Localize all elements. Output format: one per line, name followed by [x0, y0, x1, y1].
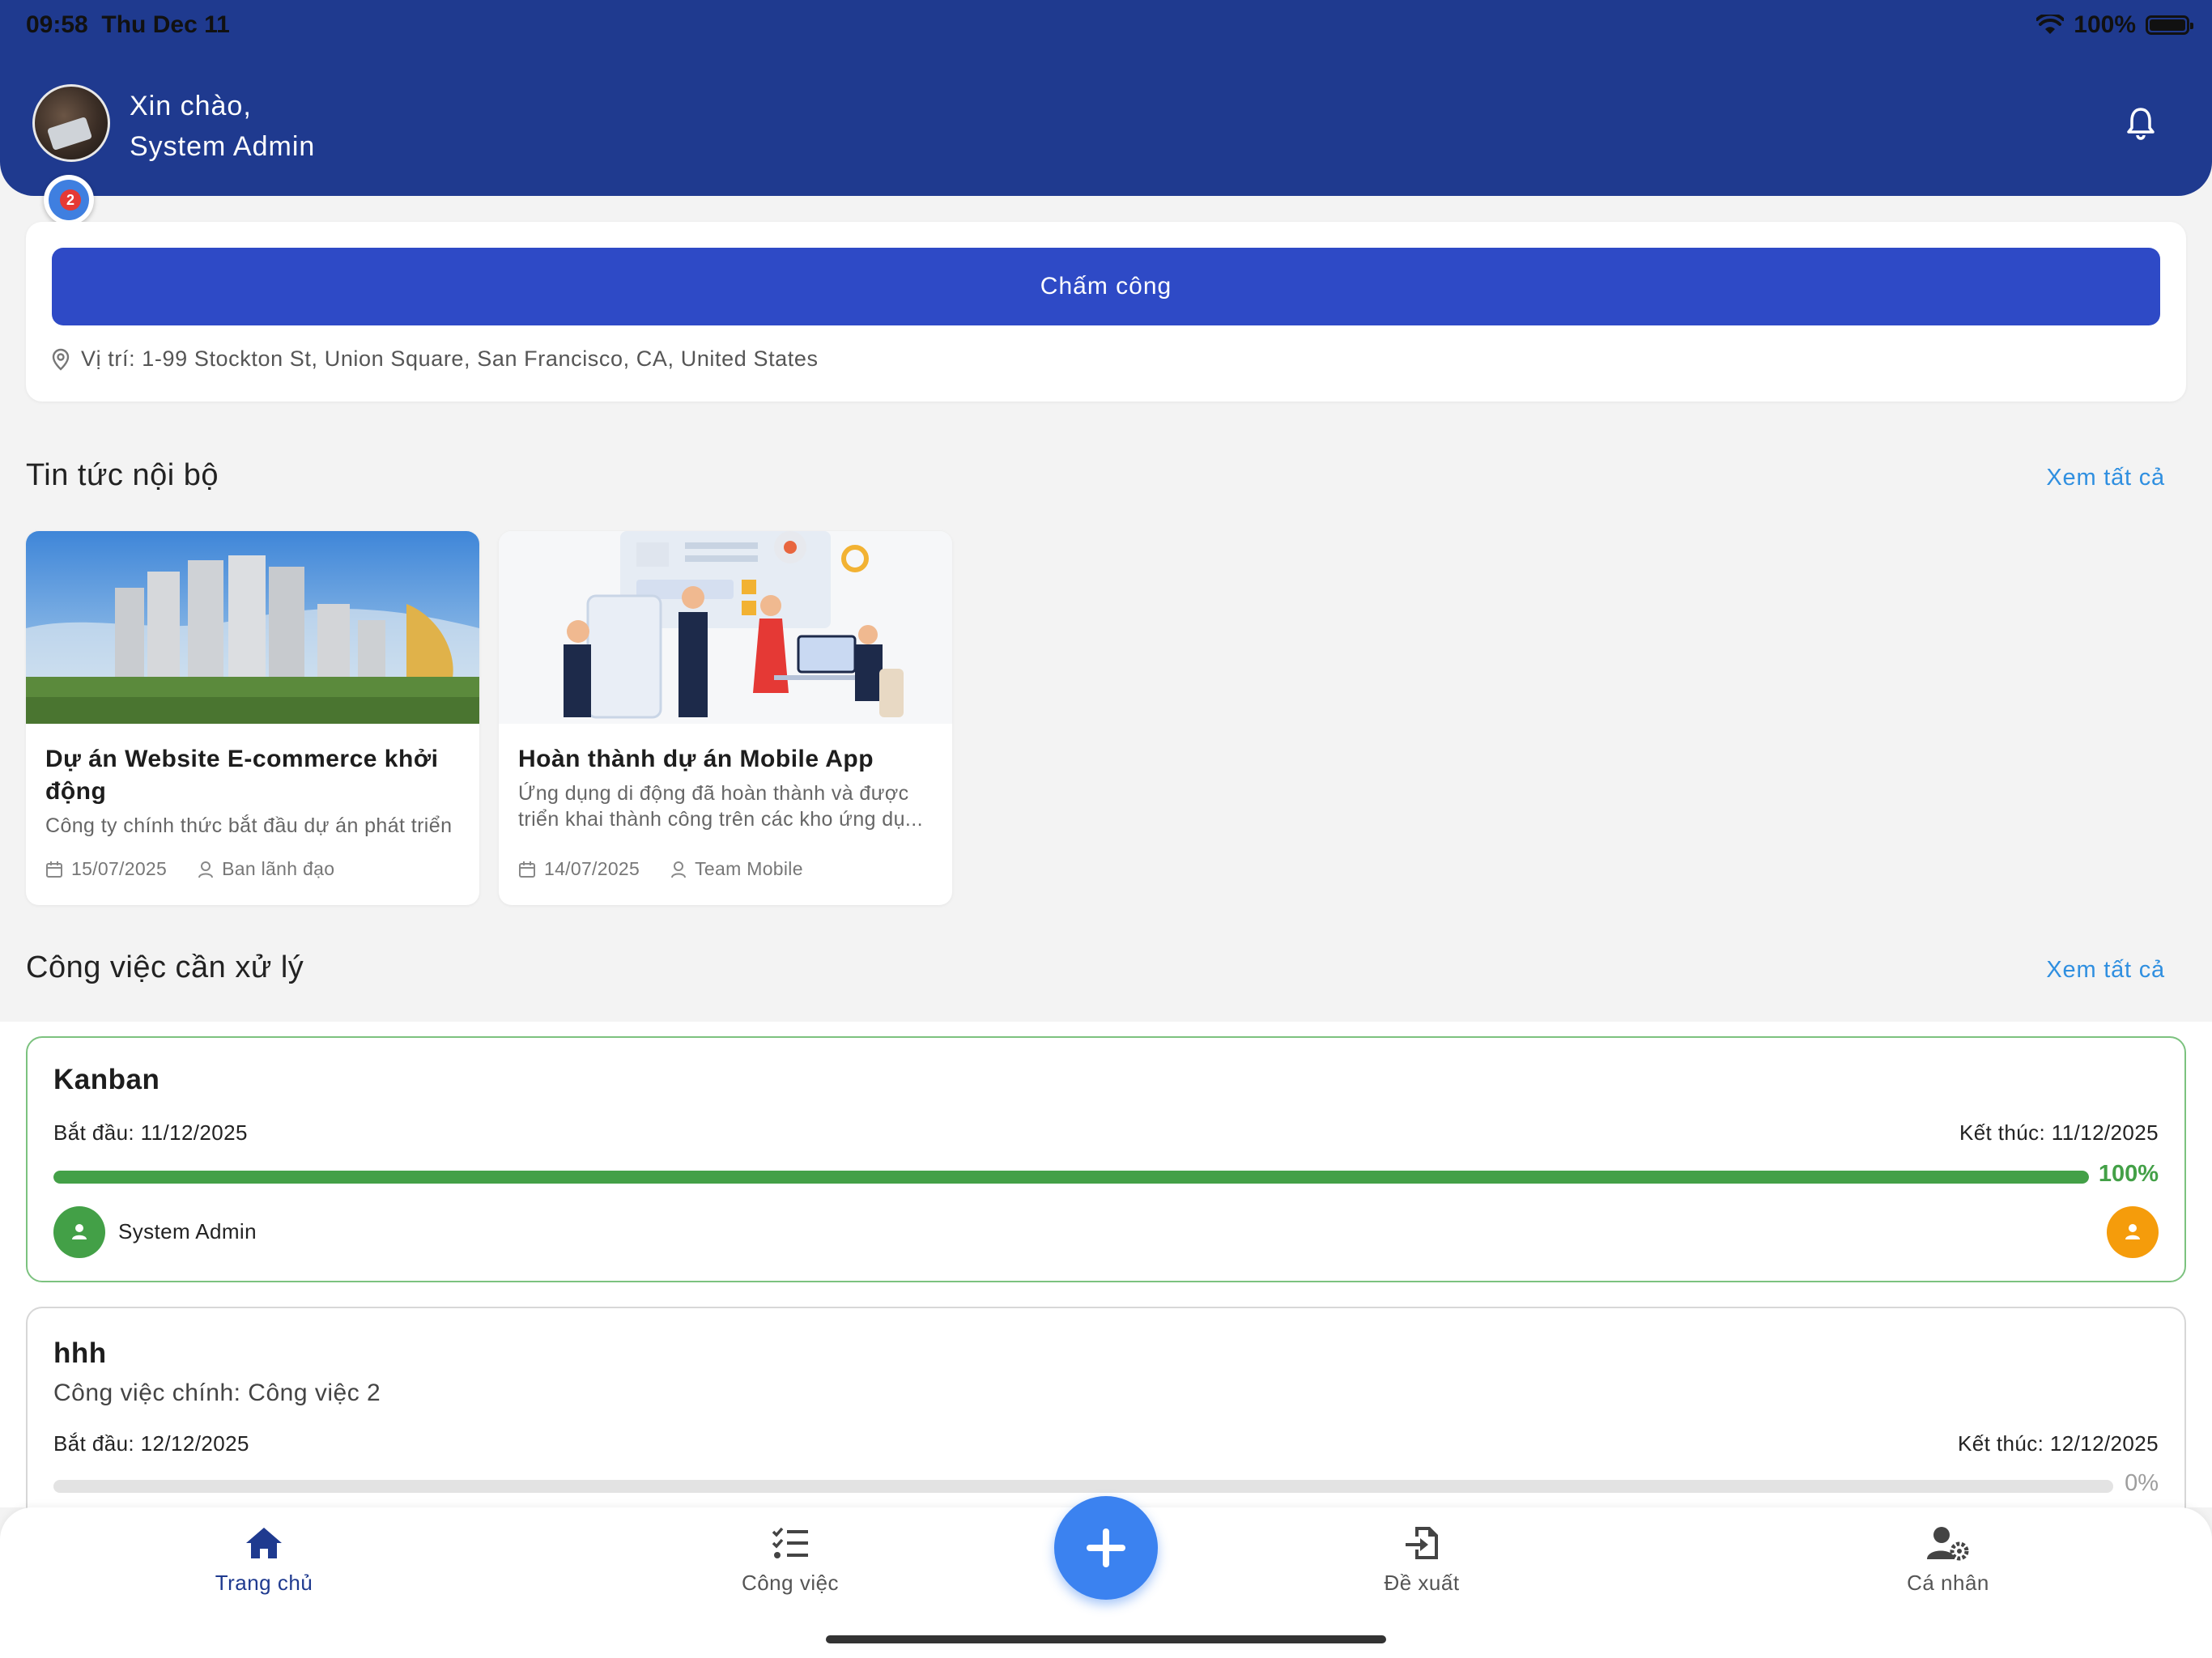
nav-label: Đề xuất	[1384, 1571, 1460, 1595]
home-indicator	[826, 1635, 1386, 1643]
checkin-card: Chấm công Vị trí: 1-99 Stockton St, Unio…	[26, 222, 2186, 402]
task-progress-label: 0%	[2125, 1470, 2159, 1496]
task-progress-fill	[53, 1171, 2089, 1184]
nav-home[interactable]: Trang chủ	[143, 1525, 385, 1596]
news-description: Công ty chính thức bắt đầu dự án phát tr…	[45, 814, 453, 837]
news-image-buildings	[26, 531, 479, 724]
greeting-block: Xin chào, System Admin	[130, 86, 315, 167]
news-author: Team Mobile	[695, 858, 803, 879]
task-card[interactable]: Kanban Bắt đầu: 11/12/2025 Kết thúc: 11/…	[26, 1036, 2186, 1282]
app-header: 09:58 Thu Dec 11 100% Xin chào, System A…	[0, 0, 2212, 196]
bell-icon[interactable]	[2123, 105, 2159, 141]
plus-icon	[1087, 1528, 1125, 1567]
calendar-icon	[46, 861, 62, 878]
user-icon	[2125, 1224, 2140, 1239]
nav-profile[interactable]: Cá nhân	[1827, 1525, 2069, 1596]
checklist-icon	[772, 1527, 808, 1558]
task-start-date: Bắt đầu: 11/12/2025	[53, 1120, 248, 1145]
task-progress-bar	[53, 1480, 2113, 1493]
calendar-icon	[519, 861, 535, 878]
task-title: hhh	[53, 1337, 107, 1369]
home-icon	[246, 1528, 282, 1558]
add-button[interactable]	[1054, 1496, 1158, 1600]
checkin-button[interactable]: Chấm công	[52, 248, 2160, 325]
assignee-avatar	[53, 1206, 105, 1258]
task-progress-bar	[53, 1171, 2089, 1184]
task-end-date: Kết thúc: 11/12/2025	[1959, 1120, 2159, 1145]
location-text: Vị trí: 1-99 Stockton St, Union Square, …	[81, 346, 819, 371]
status-clock: 09:58	[26, 11, 88, 38]
user-icon	[671, 861, 687, 878]
status-indicators: 100%	[2036, 11, 2193, 39]
tasks-see-all-link[interactable]: Xem tất cả	[2046, 957, 2165, 984]
news-description: Ứng dụng di động đã hoàn thành và được t…	[518, 782, 923, 831]
user-icon	[72, 1224, 87, 1239]
news-meta: 14/07/2025 Team Mobile	[518, 858, 803, 880]
bug-count-badge: 2	[60, 189, 81, 210]
avatar[interactable]	[32, 84, 110, 162]
task-parent: Công việc chính: Công việc 2	[53, 1380, 381, 1406]
user-gear-icon	[1927, 1527, 1969, 1561]
file-import-icon	[1406, 1527, 1438, 1559]
news-author: Ban lãnh đạo	[222, 858, 335, 879]
task-progress-label: 100%	[2098, 1161, 2159, 1187]
greeting-text: Xin chào,	[130, 91, 252, 121]
task-start-date: Bắt đầu: 12/12/2025	[53, 1431, 249, 1456]
news-image-team	[499, 531, 952, 724]
location-pin-icon	[52, 348, 70, 371]
nav-label: Cá nhân	[1907, 1571, 1989, 1595]
nav-proposals[interactable]: Đề xuất	[1300, 1525, 1543, 1596]
location-row: Vị trí: 1-99 Stockton St, Union Square, …	[52, 346, 819, 372]
news-card[interactable]: Dự án Website E-commerce khởi động Công …	[26, 531, 479, 905]
news-date: 15/07/2025	[71, 858, 168, 879]
nav-tasks[interactable]: Công việc	[669, 1525, 912, 1596]
news-card[interactable]: Hoàn thành dự án Mobile App Ứng dụng di …	[499, 531, 952, 905]
status-time: 09:58 Thu Dec 11	[26, 11, 230, 39]
news-title: Dự án Website E-commerce khởi động	[45, 746, 439, 805]
task-title: Kanban	[53, 1064, 160, 1095]
bug-icon: 2	[49, 180, 89, 220]
battery-icon	[2146, 15, 2193, 35]
news-section-title: Tin tức nội bộ	[26, 458, 219, 492]
bug-report-button[interactable]: 2	[44, 175, 94, 225]
tasks-section-title: Công việc cần xử lý	[26, 950, 304, 984]
news-meta: 15/07/2025 Ban lãnh đạo	[45, 858, 334, 880]
news-date: 14/07/2025	[544, 858, 640, 879]
nav-label: Trang chủ	[215, 1571, 313, 1595]
owner-avatar[interactable]	[2107, 1206, 2159, 1258]
user-icon	[198, 861, 214, 878]
news-see-all-link[interactable]: Xem tất cả	[2046, 465, 2165, 491]
wifi-icon	[2036, 15, 2065, 34]
status-date: Thu Dec 11	[101, 11, 230, 38]
task-end-date: Kết thúc: 12/12/2025	[1958, 1431, 2159, 1456]
nav-label: Công việc	[741, 1571, 840, 1595]
user-name: System Admin	[130, 131, 316, 162]
assignee-name: System Admin	[118, 1219, 257, 1244]
battery-percent: 100%	[2074, 11, 2136, 38]
news-title: Hoàn thành dự án Mobile App	[518, 746, 874, 772]
